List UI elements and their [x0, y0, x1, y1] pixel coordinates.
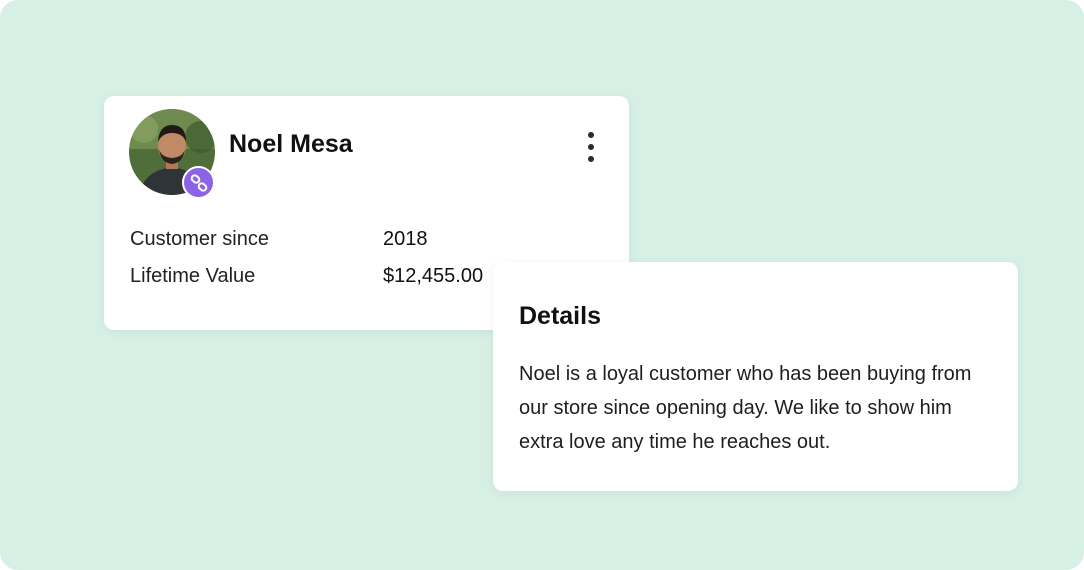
- customer-name: Noel Mesa: [229, 130, 353, 158]
- more-vertical-icon-dot: [588, 144, 594, 150]
- more-vertical-icon: [588, 132, 594, 138]
- lifetime-value-value: $12,455.00: [383, 265, 484, 287]
- more-vertical-icon-dot: [588, 156, 594, 162]
- details-card: Details Noel is a loyal customer who has…: [493, 262, 1018, 491]
- canvas: Noel Mesa Customer since 2018 Lifetime V…: [0, 0, 1084, 570]
- details-title: Details: [519, 302, 601, 330]
- customer-since-label: Customer since: [130, 228, 269, 250]
- lifetime-value-label: Lifetime Value: [130, 265, 256, 287]
- link-icon: [182, 166, 215, 199]
- more-options-button[interactable]: [582, 132, 600, 162]
- details-body: Noel is a loyal customer who has been bu…: [519, 363, 972, 453]
- customer-since-value: 2018: [383, 228, 428, 250]
